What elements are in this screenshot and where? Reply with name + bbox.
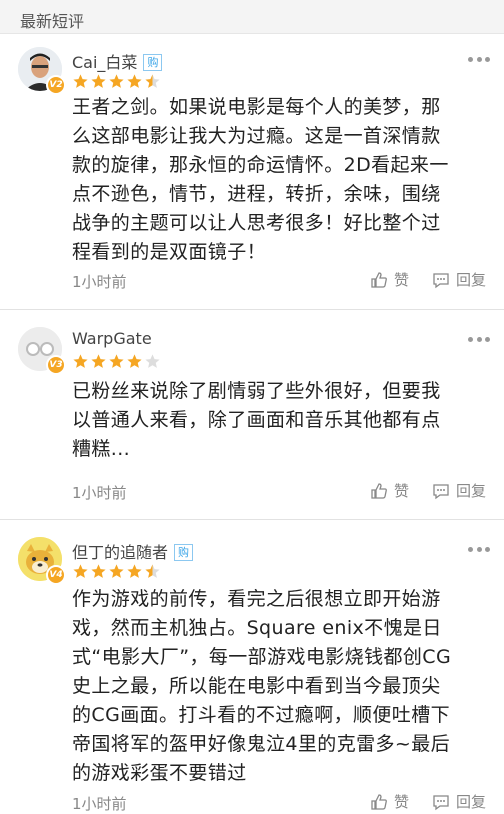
content-line: 战争的主题可以让人思考很多！好比整个过 — [72, 212, 441, 234]
like-label: 赞 — [394, 793, 410, 811]
star-icon — [73, 74, 88, 88]
star-rating — [72, 73, 161, 93]
content-line: 的CG画面。打斗看的不过瘾啊，顺便吐槽下 — [72, 704, 450, 726]
review-item: V3 WarpGate 已粉丝来说除了剧情弱了些外很好，但要我 以普通人来看，除了… — [0, 315, 504, 520]
more-dots-icon[interactable] — [468, 57, 490, 63]
review-content: 王者之剑。如果说电影是每个人的美梦，那 么这部电影让我大为过瘾。这是一首深情款 款的… — [72, 93, 482, 267]
content-line: 王者之剑。如果说电影是每个人的美梦，那 — [72, 96, 441, 118]
content-line: 的游戏彩蛋不要错过 — [72, 762, 247, 784]
star-icon — [73, 354, 88, 368]
review-content: 作为游戏的前传，看完之后很想立即开始游 戏，然而主机独占。Square enix不… — [72, 585, 482, 788]
thumbs-up-icon — [371, 793, 387, 810]
level-badge: V3 — [46, 355, 66, 375]
star-icon — [91, 564, 106, 578]
avatar[interactable]: V4 — [18, 537, 66, 585]
content-line: 戏，然而主机独占。Square enix不愧是日 — [72, 617, 442, 639]
username-text: 但丁的追随者 — [72, 543, 169, 562]
content-line: 式“电影大厂”，每一部游戏电影烧钱都创CG — [72, 646, 452, 668]
content-line: 糟糕... — [72, 438, 131, 460]
more-dots-icon[interactable] — [468, 337, 490, 343]
star-icon — [109, 564, 124, 578]
content-line: 程看到的是双面镜子！ — [72, 241, 267, 263]
reply-label: 回复 — [456, 271, 487, 289]
star-icon — [91, 74, 106, 88]
star-rating — [72, 353, 161, 373]
thumbs-up-icon — [371, 271, 387, 288]
star-icon — [127, 564, 142, 578]
buy-tag: 购 — [174, 544, 194, 561]
comment-icon — [433, 794, 449, 810]
section-header: 最新短评 — [0, 0, 504, 34]
reply-button[interactable]: 回复 — [432, 791, 486, 812]
content-line: 以普通人来看，除了画面和音乐其他都有点 — [72, 409, 441, 431]
reply-label: 回复 — [456, 482, 487, 500]
like-label: 赞 — [394, 482, 410, 500]
level-badge: V4 — [46, 565, 66, 585]
star-icon — [127, 74, 142, 88]
star-icon — [91, 354, 106, 368]
review-time: 1小时前 — [72, 273, 127, 291]
username-text: WarpGate — [72, 329, 152, 348]
review-content: 已粉丝来说除了剧情弱了些外很好，但要我 以普通人来看，除了画面和音乐其他都有点 糟糕… — [72, 377, 482, 464]
like-button[interactable]: 赞 — [370, 480, 409, 501]
username[interactable]: Cai_白菜购 — [72, 49, 163, 73]
avatar[interactable]: V3 — [18, 327, 66, 375]
review-time: 1小时前 — [72, 795, 127, 813]
review-time: 1小时前 — [72, 484, 127, 502]
content-line: 已粉丝来说除了剧情弱了些外很好，但要我 — [72, 380, 441, 402]
section-title: 最新短评 — [20, 12, 85, 31]
content-line: 么这部电影让我大为过瘾。这是一首深情款 — [72, 125, 441, 147]
username[interactable]: WarpGate — [72, 329, 152, 348]
review-item: V4 但丁的追随者购 作为游戏的前传，看完之后很想立即开始游 戏，然而主机独占。S… — [0, 525, 504, 814]
star-icon — [145, 354, 160, 368]
thumbs-up-icon — [371, 482, 387, 499]
content-line: 点不逊色，情节，进程，转折，余味，围绕 — [72, 183, 441, 205]
star-icon — [109, 74, 124, 88]
like-label: 赞 — [394, 271, 410, 289]
reply-button[interactable]: 回复 — [432, 480, 486, 501]
star-icon — [145, 74, 160, 88]
review-item: V2 Cai_白菜购 王者之剑。如果说电影是每个人的美梦，那 么这部电影让我大为过… — [0, 35, 504, 310]
username-text: Cai_白菜 — [72, 53, 138, 72]
level-badge: V2 — [46, 75, 66, 95]
star-icon — [73, 564, 88, 578]
star-icon — [145, 564, 160, 578]
reply-label: 回复 — [456, 793, 487, 811]
comment-icon — [433, 483, 449, 499]
content-line: 帝国将军的盔甲好像鬼泣4里的克雷多~最后 — [72, 733, 451, 755]
comment-icon — [433, 272, 449, 288]
star-icon — [127, 354, 142, 368]
more-dots-icon[interactable] — [468, 547, 490, 553]
buy-tag: 购 — [143, 54, 163, 71]
avatar[interactable]: V2 — [18, 47, 66, 95]
like-button[interactable]: 赞 — [370, 269, 409, 290]
username[interactable]: 但丁的追随者购 — [72, 539, 194, 563]
content-line: 款的旋律，那永恒的命运情怀。2D看起来一 — [72, 154, 449, 176]
content-line: 史上之最，所以能在电影中看到当今最顶尖 — [72, 675, 441, 697]
star-rating — [72, 563, 161, 583]
like-button[interactable]: 赞 — [370, 791, 409, 812]
content-line: 作为游戏的前传，看完之后很想立即开始游 — [72, 588, 441, 610]
reply-button[interactable]: 回复 — [432, 269, 486, 290]
star-icon — [109, 354, 124, 368]
